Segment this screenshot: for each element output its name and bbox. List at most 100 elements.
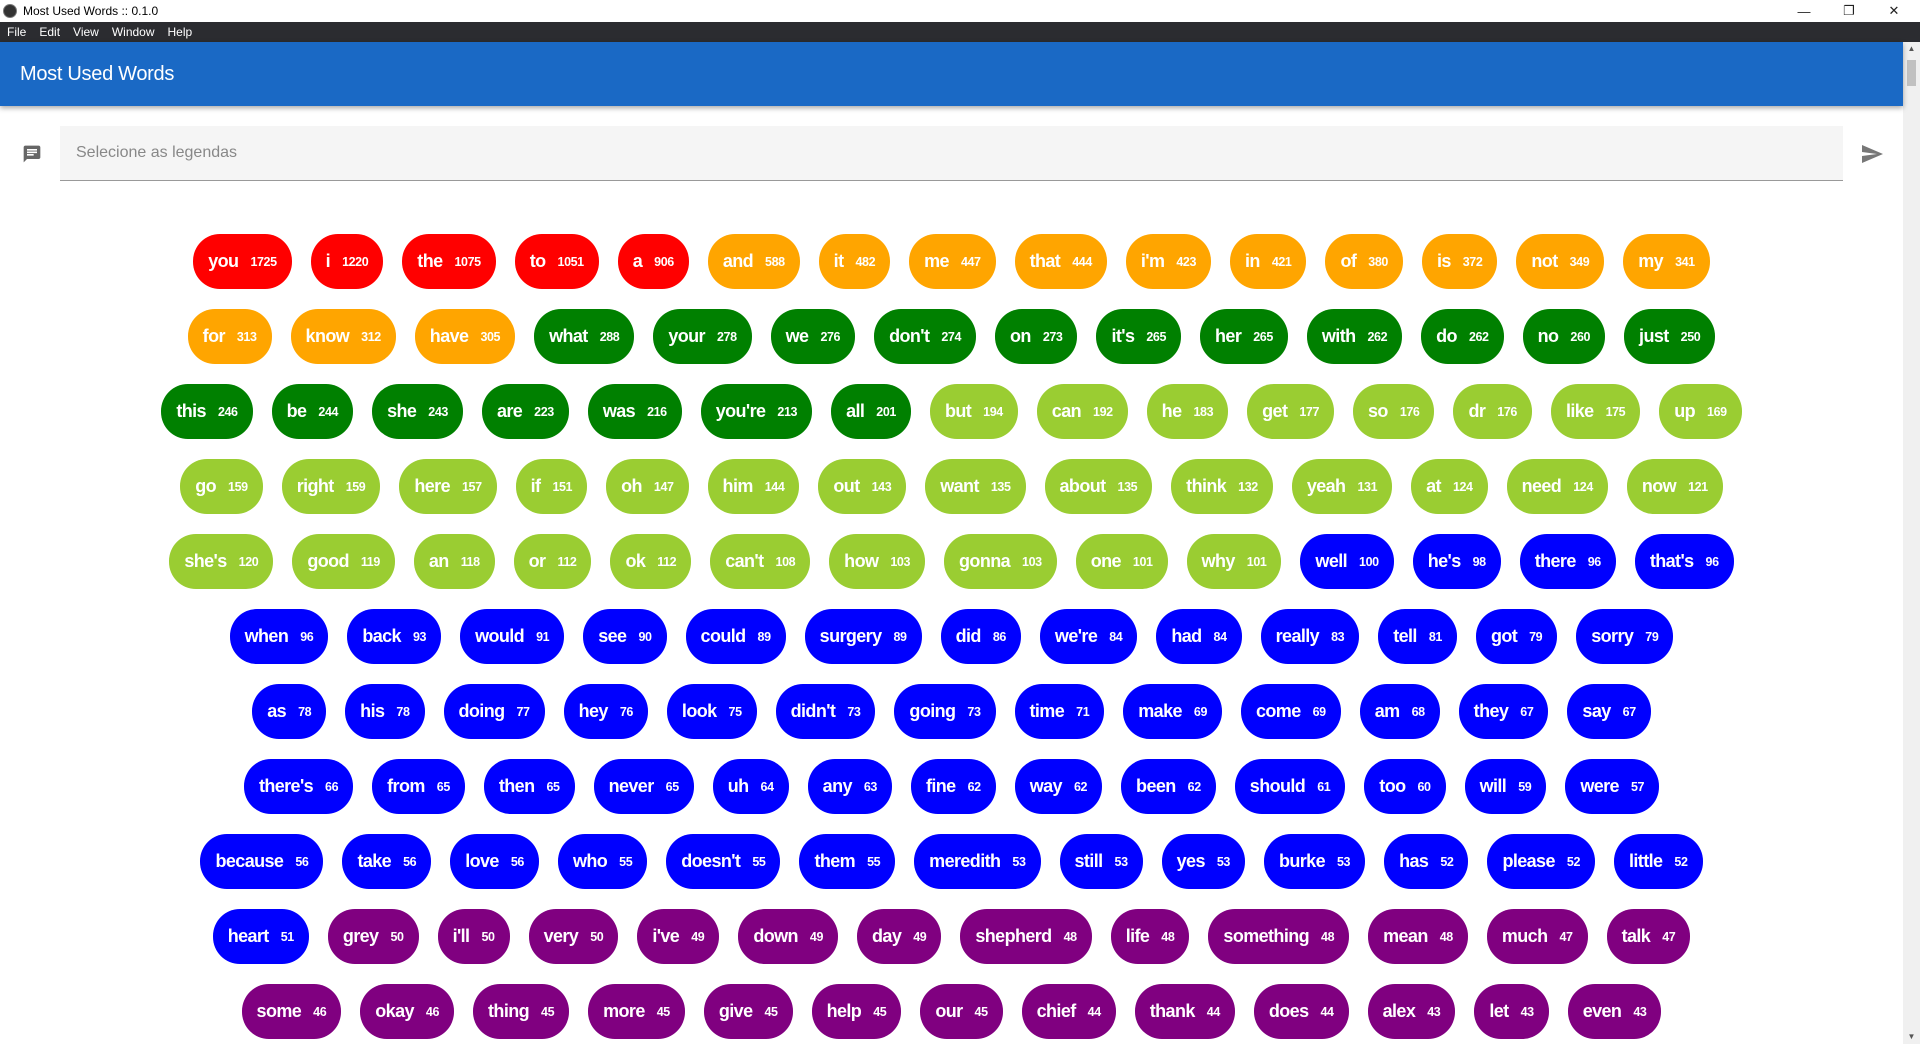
word-chip[interactable]: he 183	[1146, 384, 1229, 439]
word-chip[interactable]: my 341	[1623, 234, 1710, 289]
word-chip[interactable]: is 372	[1421, 234, 1498, 289]
word-chip[interactable]: any 63	[807, 759, 892, 814]
word-chip[interactable]: take 56	[342, 834, 432, 889]
word-chip[interactable]: that 444	[1014, 234, 1107, 289]
word-chip[interactable]: you 1725	[193, 234, 292, 289]
word-chip[interactable]: for 313	[187, 309, 272, 364]
word-chip[interactable]: down 49	[738, 909, 839, 964]
word-chip[interactable]: all 201	[831, 384, 911, 439]
word-chip[interactable]: yeah 131	[1291, 459, 1393, 514]
word-chip[interactable]: your 278	[653, 309, 752, 364]
word-chip[interactable]: me 447	[909, 234, 996, 289]
menu-view[interactable]: View	[66, 25, 105, 39]
word-chip[interactable]: little 52	[1614, 834, 1703, 889]
word-chip[interactable]: we 276	[770, 309, 856, 364]
word-chip[interactable]: sorry 79	[1576, 609, 1674, 664]
word-chip[interactable]: them 55	[799, 834, 896, 889]
word-chip[interactable]: go 159	[180, 459, 263, 514]
word-chip[interactable]: as 78	[252, 684, 327, 739]
word-chip[interactable]: that's 96	[1634, 534, 1734, 589]
word-chip[interactable]: would 91	[460, 609, 565, 664]
scroll-up-arrow-icon[interactable]: ▲	[1903, 42, 1920, 56]
word-chip[interactable]: going 73	[894, 684, 996, 739]
word-chip[interactable]: here 157	[399, 459, 497, 514]
word-chip[interactable]: her 265	[1200, 309, 1288, 364]
word-chip[interactable]: tell 81	[1378, 609, 1457, 664]
word-chip[interactable]: look 75	[666, 684, 757, 739]
word-chip[interactable]: okay 46	[360, 984, 455, 1039]
word-chip[interactable]: more 45	[588, 984, 685, 1039]
word-chip[interactable]: why 101	[1186, 534, 1282, 589]
word-chip[interactable]: uh 64	[712, 759, 789, 814]
word-chip[interactable]: does 44	[1253, 984, 1349, 1039]
word-chip[interactable]: come 69	[1241, 684, 1341, 739]
word-chip[interactable]: yes 53	[1161, 834, 1245, 889]
word-chip[interactable]: thank 44	[1134, 984, 1235, 1039]
word-chip[interactable]: i'm 423	[1125, 234, 1212, 289]
word-chip[interactable]: not 349	[1516, 234, 1605, 289]
word-chip[interactable]: am 68	[1359, 684, 1440, 739]
word-chip[interactable]: the 1075	[402, 234, 496, 289]
word-chip[interactable]: will 59	[1464, 759, 1547, 814]
menu-edit[interactable]: Edit	[32, 25, 66, 39]
menu-window[interactable]: Window	[105, 25, 161, 39]
scroll-down-arrow-icon[interactable]: ▼	[1903, 1030, 1920, 1044]
word-chip[interactable]: now 121	[1626, 459, 1723, 514]
word-chip[interactable]: he's 98	[1412, 534, 1501, 589]
word-chip[interactable]: who 55	[557, 834, 648, 889]
word-chip[interactable]: good 119	[292, 534, 395, 589]
word-chip[interactable]: still 53	[1059, 834, 1143, 889]
word-chip[interactable]: our 45	[920, 984, 1003, 1039]
word-chip[interactable]: make 69	[1123, 684, 1222, 739]
word-chip[interactable]: did 86	[940, 609, 1021, 664]
word-chip[interactable]: out 143	[818, 459, 907, 514]
word-chip[interactable]: in 421	[1230, 234, 1307, 289]
word-chip[interactable]: thing 45	[473, 984, 570, 1039]
word-chip[interactable]: get 177	[1247, 384, 1334, 439]
word-chip[interactable]: are 223	[481, 384, 569, 439]
word-chip[interactable]: can't 108	[710, 534, 811, 589]
word-chip[interactable]: much 47	[1486, 909, 1588, 964]
word-chip[interactable]: can 192	[1036, 384, 1128, 439]
word-chip[interactable]: see 90	[583, 609, 667, 664]
word-chip[interactable]: surgery 89	[804, 609, 922, 664]
word-chip[interactable]: there's 66	[243, 759, 354, 814]
word-chip[interactable]: way 62	[1014, 759, 1103, 814]
word-chip[interactable]: no 260	[1522, 309, 1606, 364]
word-chip[interactable]: please 52	[1487, 834, 1595, 889]
word-chip[interactable]: was 216	[587, 384, 682, 439]
word-chip[interactable]: didn't 73	[775, 684, 876, 739]
word-chip[interactable]: heart 51	[212, 909, 309, 964]
word-chip[interactable]: has 52	[1384, 834, 1469, 889]
word-chip[interactable]: had 84	[1156, 609, 1242, 664]
word-chip[interactable]: on 273	[995, 309, 1078, 364]
word-chip[interactable]: it 482	[818, 234, 891, 289]
word-chip[interactable]: at 124	[1411, 459, 1488, 514]
menu-file[interactable]: File	[0, 25, 32, 39]
word-chip[interactable]: about 135	[1044, 459, 1153, 514]
word-chip[interactable]: there 96	[1519, 534, 1616, 589]
word-chip[interactable]: it's 265	[1096, 309, 1182, 364]
word-chip[interactable]: do 262	[1421, 309, 1504, 364]
scroll-thumb[interactable]	[1907, 60, 1916, 86]
word-chip[interactable]: when 96	[229, 609, 329, 664]
word-chip[interactable]: could 89	[685, 609, 786, 664]
word-chip[interactable]: give 45	[703, 984, 793, 1039]
word-chip[interactable]: what 288	[534, 309, 635, 364]
word-chip[interactable]: something 48	[1208, 909, 1350, 964]
word-chip[interactable]: been 62	[1121, 759, 1216, 814]
word-chip[interactable]: don't 274	[874, 309, 977, 364]
word-chip[interactable]: too 60	[1364, 759, 1446, 814]
word-chip[interactable]: so 176	[1353, 384, 1435, 439]
word-chip[interactable]: his 78	[345, 684, 425, 739]
word-chip[interactable]: chief 44	[1021, 984, 1116, 1039]
word-chip[interactable]: should 61	[1234, 759, 1346, 814]
word-chip[interactable]: well 100	[1300, 534, 1394, 589]
send-icon[interactable]	[1860, 142, 1884, 166]
word-chip[interactable]: grey 50	[327, 909, 419, 964]
word-chip[interactable]: say 67	[1567, 684, 1651, 739]
word-chip[interactable]: ok 112	[610, 534, 692, 589]
word-chip[interactable]: just 250	[1624, 309, 1716, 364]
word-chip[interactable]: time 71	[1014, 684, 1105, 739]
maximize-button[interactable]: ❐	[1827, 0, 1871, 22]
